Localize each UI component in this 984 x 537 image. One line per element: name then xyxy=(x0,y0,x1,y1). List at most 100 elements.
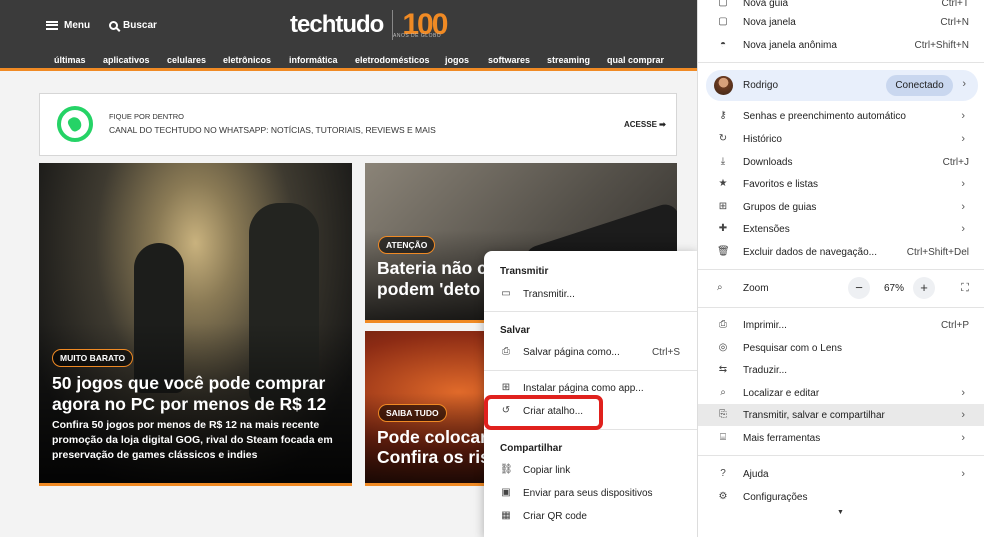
key-icon: ⚷ xyxy=(719,110,727,121)
cast-save-icon: ⎘ xyxy=(719,409,727,420)
menu-item-history[interactable]: ↻ Histórico › xyxy=(698,128,984,150)
chevron-right-icon: › xyxy=(961,223,965,235)
submenu-item-send-devices[interactable]: ▣ Enviar para seus dispositivos xyxy=(484,482,697,504)
submenu-divider xyxy=(484,370,697,371)
menu-item-print[interactable]: ⎙ Imprimir... Ctrl+P xyxy=(698,314,984,336)
gear-icon: ⚙ xyxy=(718,491,728,502)
install-app-icon: ⊞ xyxy=(501,382,511,393)
profile-row[interactable]: Rodrigo Conectado › xyxy=(706,70,978,101)
logo-subtitle: ANOS DE GLOBO xyxy=(393,33,442,39)
menu-shortcut: Ctrl+J xyxy=(942,156,969,168)
new-window-icon: ▢ xyxy=(718,16,728,27)
download-icon: ⤓ xyxy=(720,156,726,167)
submenu-shortcut: Ctrl+S xyxy=(651,346,680,358)
save-page-icon: ⎙ xyxy=(502,346,510,357)
submenu-item-cast[interactable]: ▭ Transmitir... xyxy=(484,283,697,305)
card-badge: MUITO BARATO xyxy=(52,349,134,367)
avatar xyxy=(714,76,733,95)
menu-item-downloads[interactable]: ⤓ Downloads Ctrl+J xyxy=(698,151,984,173)
whatsapp-banner[interactable]: FIQUE POR DENTRO CANAL DO TECHTUDO NO WH… xyxy=(39,93,677,156)
scroll-down-icon[interactable]: ▼ xyxy=(837,509,844,516)
menu-item-label: Nova guia xyxy=(743,0,789,9)
menu-item-label: Excluir dados de navegação... xyxy=(743,246,877,258)
menu-item-tab-groups[interactable]: ⊞ Grupos de guias › xyxy=(698,196,984,218)
menu-item-extensions[interactable]: ✚ Extensões › xyxy=(698,218,984,240)
menu-item-label: Mais ferramentas xyxy=(743,432,821,444)
whatsapp-subtitle: CANAL DO TECHTUDO NO WHATSAPP: NOTÍCIAS,… xyxy=(109,125,436,135)
zoom-in-button[interactable]: + xyxy=(913,277,935,299)
card-badge: SAIBA TUDO xyxy=(378,404,447,422)
menu-item-label: Nova janela xyxy=(743,16,796,28)
menu-item-incognito[interactable]: ◓ Nova janela anônima Ctrl+Shift+N xyxy=(698,34,984,56)
menu-divider xyxy=(698,455,984,456)
help-icon: ? xyxy=(720,468,726,479)
menu-item-cast-save-share[interactable]: ⎘ Transmitir, salvar e compartilhar › xyxy=(698,404,984,426)
article-card-games[interactable]: MUITO BARATO 50 jogos que você pode comp… xyxy=(39,163,352,486)
fullscreen-icon[interactable]: ⛶ xyxy=(954,277,976,299)
card-title-line2[interactable]: Confira os ris xyxy=(377,447,490,468)
menu-item-settings[interactable]: ⚙ Configurações xyxy=(698,486,984,508)
link-icon: ⛓ xyxy=(500,464,513,475)
cast-icon: ▭ xyxy=(501,288,511,299)
submenu-item-label: Criar QR code xyxy=(523,510,587,522)
menu-divider xyxy=(698,62,984,63)
chevron-right-icon: › xyxy=(961,432,965,444)
menu-item-label: Traduzir... xyxy=(743,364,788,376)
tab-groups-icon: ⊞ xyxy=(718,201,728,212)
card-title-line2[interactable]: podem 'deto xyxy=(377,279,480,300)
nav-item-jogos[interactable]: jogos xyxy=(445,55,469,65)
menu-item-label: Ajuda xyxy=(743,468,769,480)
nav-item-streaming[interactable]: streaming xyxy=(547,55,590,65)
menu-item-help[interactable]: ? Ajuda › xyxy=(698,463,984,485)
nav-item-qual-comprar[interactable]: qual comprar xyxy=(607,55,664,65)
create-shortcut-highlight xyxy=(484,395,603,430)
incognito-icon: ◓ xyxy=(719,39,727,50)
menu-item-label: Senhas e preenchimento automático xyxy=(743,110,906,122)
nav-item-informatica[interactable]: informática xyxy=(289,55,338,65)
menu-item-label: Pesquisar com o Lens xyxy=(743,342,842,354)
menu-item-clear-data[interactable]: 🗑 Excluir dados de navegação... Ctrl+Shi… xyxy=(698,241,984,263)
menu-item-more-tools[interactable]: ⌸ Mais ferramentas › xyxy=(698,427,984,449)
submenu-item-copy-link[interactable]: ⛓ Copiar link xyxy=(484,459,697,481)
chevron-right-icon: › xyxy=(961,387,965,399)
menu-item-label: Imprimir... xyxy=(743,319,787,331)
trash-icon: 🗑 xyxy=(717,246,730,257)
zoom-out-button[interactable]: − xyxy=(848,277,870,299)
menu-item-find-edit[interactable]: ⌕ Localizar e editar › xyxy=(698,382,984,404)
menu-item-new-window[interactable]: ▢ Nova janela Ctrl+N xyxy=(698,11,984,33)
menu-item-lens[interactable]: ◎ Pesquisar com o Lens xyxy=(698,337,984,359)
menu-item-label: Extensões xyxy=(743,223,790,235)
menu-shortcut: Ctrl+Shift+Del xyxy=(906,246,969,258)
menu-item-label: Localizar e editar xyxy=(743,387,820,399)
menu-shortcut: Ctrl+Shift+N xyxy=(914,39,969,51)
menu-item-label: Grupos de guias xyxy=(743,201,817,213)
new-tab-icon: ▢ xyxy=(718,0,728,8)
cast-save-share-submenu: Transmitir ▭ Transmitir... Salvar ⎙ Salv… xyxy=(484,251,697,537)
profile-status-badge: Conectado xyxy=(886,75,953,96)
nav-item-aplicativos[interactable]: aplicativos xyxy=(103,55,150,65)
menu-item-passwords[interactable]: ⚷ Senhas e preenchimento automático › xyxy=(698,105,984,127)
zoom-label: Zoom xyxy=(743,283,769,294)
card-title[interactable]: 50 jogos que você pode comprar agora no … xyxy=(52,373,342,415)
card-title-line1[interactable]: Pode colocar xyxy=(377,427,487,448)
submenu-item-save-page[interactable]: ⎙ Salvar página como... Ctrl+S xyxy=(484,341,697,363)
submenu-divider xyxy=(484,311,697,312)
nav-item-eletrodomesticos[interactable]: eletrodomésticos xyxy=(355,55,430,65)
whatsapp-cta[interactable]: ACESSE ➡ xyxy=(624,120,666,129)
nav-item-softwares[interactable]: softwares xyxy=(488,55,530,65)
site-search-button[interactable]: Buscar xyxy=(109,17,157,33)
submenu-heading-share: Compartilhar xyxy=(500,443,563,454)
menu-item-translate[interactable]: ⇆ Traduzir... xyxy=(698,359,984,381)
hamburger-icon xyxy=(46,20,58,30)
submenu-item-qr-code[interactable]: ▦ Criar QR code xyxy=(484,505,697,527)
submenu-heading-save: Salvar xyxy=(500,325,531,336)
nav-item-celulares[interactable]: celulares xyxy=(167,55,206,65)
chevron-right-icon: › xyxy=(961,110,965,122)
nav-item-ultimas[interactable]: últimas xyxy=(54,55,86,65)
zoom-icon: ⌕ xyxy=(717,282,723,293)
site-menu-button[interactable]: Menu xyxy=(46,17,90,33)
nav-item-eletronicos[interactable]: eletrônicos xyxy=(223,55,271,65)
card-title-line1[interactable]: Bateria não c xyxy=(377,258,487,279)
menu-item-bookmarks[interactable]: ★ Favoritos e listas › xyxy=(698,173,984,195)
site-search-label: Buscar xyxy=(123,19,157,31)
